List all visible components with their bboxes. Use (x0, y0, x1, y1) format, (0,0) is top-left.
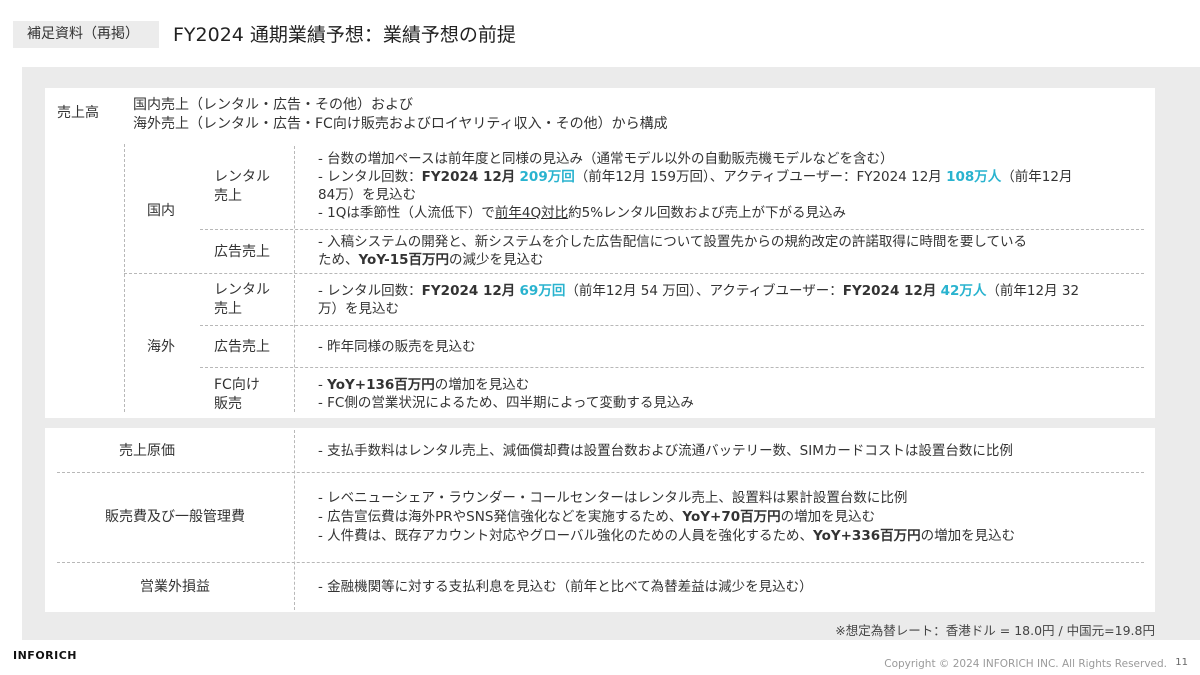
dom-rental-line4: - 1Qは季節性（人流低下）で前年4Q対比約5%レンタル回数および売上が下がる見… (318, 204, 846, 222)
nonop-label: 営業外損益 (140, 579, 210, 595)
dom-rental-line1: - 台数の増加ペースは前年度と同様の見込み（通常モデル以外の自動販売機モデルなど… (318, 151, 894, 167)
dom-rental-line2-suffix: （前年12月 (1001, 169, 1073, 185)
sga-label: 販売費及び一般管理費 (105, 509, 245, 525)
ovs-active-users: 42万人 (940, 283, 987, 299)
ovs-fc-line1-prefix: - (318, 377, 328, 393)
ovs-rental-line1: - レンタル回数：FY2024 12月 69万回（前年12月 54 万回）、アク… (318, 282, 1079, 300)
fx-rate-note: ※想定為替レート：香港ドル = 18.0円 / 中国元=19.8円 (835, 623, 1155, 638)
dom-rental-count: 209万回 (519, 169, 575, 185)
sga-line3-suffix: の増加を見込む (920, 528, 1016, 544)
ovs-fc-label-line1: FC向け (214, 377, 260, 393)
revenue-card (45, 88, 1155, 418)
ovs-rental-month: FY2024 12月 (421, 283, 516, 299)
dom-active-users: 108万人 (946, 169, 1002, 185)
dom-rental-month: FY2024 12月 (421, 169, 516, 185)
copyright: Copyright © 2024 INFORICH INC. All Right… (884, 658, 1167, 670)
dom-ads-line2-prefix: ため、 (318, 252, 359, 268)
dom-rental-line4-prefix: - 1Qは季節性（人流低下）で (318, 205, 495, 221)
page-title: FY2024 通期業績予想：業績予想の前提 (173, 24, 516, 46)
dom-rental-label-line1: レンタル (214, 169, 270, 185)
domestic-label: 国内 (147, 203, 175, 219)
ovs-users-month: FY2024 12月 (842, 283, 937, 299)
ovs-rental-line2: 万）を見込む (318, 301, 399, 317)
nonop-line1: - 金融機関等に対する支払利息を見込む（前年と比べて為替差益は減少を見込む） (318, 579, 813, 595)
overseas-label: 海外 (147, 339, 175, 355)
divider-ovs-ads (200, 367, 1144, 368)
ovs-fc-amount: YoY+136百万円 (327, 377, 435, 393)
ovs-rental-label-line1: レンタル (214, 282, 270, 298)
ovs-fc-line1-suffix: の増加を見込む (434, 377, 530, 393)
revenue-summary-line2: 海外売上（レンタル・広告・FC向け販売およびロイヤリティ収入・その他）から構成 (133, 116, 668, 132)
divider-cogs-sga (57, 472, 1144, 473)
revenue-label: 売上高 (57, 105, 99, 121)
ovs-rental-line1-mid: （前年12月 54 万回）、アクティブユーザー： (565, 283, 843, 299)
dom-rental-line2-prefix: - レンタル回数： (318, 169, 422, 185)
dom-ads-line1: - 入稿システムの開発と、新システムを介した広告配信について設置先からの規約改定… (318, 234, 1028, 250)
dom-rental-line4-underlined: 前年4Q対比 (494, 205, 569, 221)
divider-ovs-rental (200, 325, 1144, 326)
cogs-label: 売上原価 (119, 443, 175, 459)
sga-line3: - 人件費は、既存アカウント対応やグローバル強化のための人員を強化するため、Yo… (318, 527, 1015, 545)
revenue-mid-divider (294, 146, 295, 412)
ovs-rental-label-line2: 売上 (214, 301, 242, 317)
dom-ads-line2-suffix: の減少を見込む (449, 252, 544, 268)
dom-ads-label: 広告売上 (214, 244, 270, 260)
sga-ad-amount: YoY+70百万円 (682, 509, 781, 525)
sga-personnel-amount: YoY+336百万円 (813, 528, 921, 544)
dom-rental-line2: - レンタル回数：FY2024 12月 209万回（前年12月 159万回）、ア… (318, 168, 1072, 186)
sga-line2-suffix: の増加を見込む (780, 509, 876, 525)
brand-logo: INFORICH (13, 649, 78, 662)
section-tag: 補足資料（再掲） (13, 21, 159, 48)
ovs-fc-line1: - YoY+136百万円の増加を見込む (318, 376, 529, 394)
page-number: 11 (1175, 657, 1188, 668)
dom-rental-line2-mid: （前年12月 159万回）、アクティブユーザー：FY2024 12月 (574, 169, 942, 185)
dom-rental-line3: 84万）を見込む (318, 187, 417, 203)
dom-ads-amount: YoY-15百万円 (358, 252, 450, 268)
ovs-rental-line1-suffix: （前年12月 32 (986, 283, 1080, 299)
ovs-rental-count: 69万回 (519, 283, 566, 299)
dom-ads-line2: ため、YoY-15百万円の減少を見込む (318, 251, 544, 269)
ovs-rental-line1-prefix: - レンタル回数： (318, 283, 422, 299)
sga-line2-prefix: - 広告宣伝費は海外PRやSNS発信強化などを実施するため、 (318, 509, 683, 525)
divider-sga-nonop (57, 562, 1144, 563)
sga-line3-prefix: - 人件費は、既存アカウント対応やグローバル強化のための人員を強化するため、 (318, 528, 814, 544)
divider-domestic-overseas (124, 273, 1144, 274)
sga-line1: - レベニューシェア・ラウンダー・コールセンターはレンタル売上、設置料は累計設置… (318, 490, 908, 506)
ovs-fc-line2: - FC側の営業状況によるため、四半期によって変動する見込み (318, 395, 694, 411)
divider-dom-rental (200, 229, 1144, 230)
ovs-ads-label: 広告売上 (214, 339, 270, 355)
dom-rental-label-line2: 売上 (214, 188, 242, 204)
ovs-fc-label-line2: 販売 (214, 396, 242, 412)
sga-line2: - 広告宣伝費は海外PRやSNS発信強化などを実施するため、YoY+70百万円の… (318, 508, 875, 526)
ovs-ads-line1: - 昨年同様の販売を見込む (318, 339, 476, 355)
revenue-summary-line1: 国内売上（レンタル・広告・その他）および (133, 97, 413, 113)
revenue-left-divider (124, 144, 125, 412)
cogs-line1: - 支払手数料はレンタル売上、減価償却費は設置台数および流通バッテリー数、SIM… (318, 443, 1013, 459)
dom-rental-line4-suffix: 約5%レンタル回数および売上が下がる見込み (568, 205, 847, 221)
